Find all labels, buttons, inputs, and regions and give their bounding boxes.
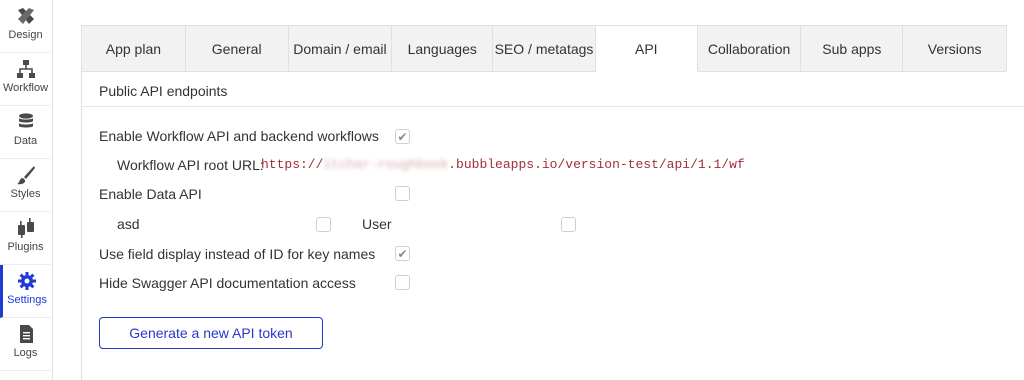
sidebar-item-label: Plugins	[7, 241, 44, 253]
data-type-checkbox-asd[interactable]	[316, 217, 331, 232]
checkmark-icon: ✔	[397, 129, 408, 144]
section-title: Public API endpoints	[99, 83, 228, 99]
styles-icon	[15, 164, 37, 186]
data-icon	[15, 111, 37, 133]
sidebar-item-label: Logs	[13, 347, 38, 359]
field-display-checkbox[interactable]: ✔	[395, 246, 410, 261]
divider	[82, 106, 1024, 107]
sidebar: Design Workflow Data Styles Plugins Sett…	[0, 0, 53, 380]
workflow-api-checkbox[interactable]: ✔	[395, 129, 410, 144]
tab-app-plan[interactable]: App plan	[82, 26, 186, 72]
workflow-icon	[15, 58, 37, 80]
tab-languages[interactable]: Languages	[392, 26, 494, 72]
root-url-value: https://itchar-roughbook.bubbleapps.io/v…	[261, 157, 745, 172]
sidebar-item-logs[interactable]: Logs	[0, 318, 51, 371]
design-icon	[15, 5, 37, 27]
data-type-label-user: User	[362, 216, 392, 232]
field-display-label: Use field display instead of ID for key …	[99, 246, 376, 262]
root-url-label: Workflow API root URL:	[117, 157, 264, 173]
data-type-label-asd: asd	[117, 216, 140, 232]
root-url-suffix: .bubbleapps.io/version-test/api/1.1/wf	[448, 157, 745, 172]
hide-swagger-checkbox[interactable]	[395, 275, 410, 290]
tab-seo-metatags[interactable]: SEO / metatags	[493, 26, 596, 72]
root-url-prefix: https://	[261, 157, 324, 172]
sidebar-item-label: Settings	[7, 294, 47, 306]
sidebar-item-styles[interactable]: Styles	[0, 159, 51, 212]
checkmark-icon: ✔	[397, 246, 408, 261]
workflow-api-label: Enable Workflow API and backend workflow…	[99, 128, 379, 144]
sidebar-item-label: Design	[8, 29, 43, 41]
tab-api[interactable]: API	[595, 26, 698, 72]
sidebar-item-label: Styles	[10, 188, 41, 200]
sidebar-item-workflow[interactable]: Workflow	[0, 53, 51, 106]
sidebar-item-design[interactable]: Design	[0, 0, 51, 53]
panel-border	[81, 70, 82, 380]
sidebar-item-data[interactable]: Data	[0, 106, 51, 159]
sidebar-item-label: Workflow	[2, 82, 49, 94]
tab-domain-email[interactable]: Domain / email	[288, 26, 393, 72]
sidebar-item-plugins[interactable]: Plugins	[0, 212, 51, 265]
data-api-label: Enable Data API	[99, 186, 202, 202]
sidebar-item-label: Data	[13, 135, 38, 147]
sidebar-item-settings[interactable]: Settings	[0, 265, 51, 318]
data-api-checkbox[interactable]	[395, 186, 410, 201]
settings-tab-bar: App plan General Domain / email Language…	[81, 25, 1007, 72]
data-type-checkbox-user[interactable]	[561, 217, 576, 232]
tab-sub-apps[interactable]: Sub apps	[801, 26, 904, 72]
tab-general[interactable]: General	[185, 26, 289, 72]
gear-icon	[16, 270, 38, 292]
root-url-redacted: itchar-roughbook	[323, 157, 449, 172]
generate-api-token-button[interactable]: Generate a new API token	[99, 317, 323, 349]
tab-collaboration[interactable]: Collaboration	[697, 26, 802, 72]
tab-versions[interactable]: Versions	[903, 26, 1007, 72]
hide-swagger-label: Hide Swagger API documentation access	[99, 275, 356, 291]
logs-icon	[15, 323, 37, 345]
plugins-icon	[15, 217, 37, 239]
